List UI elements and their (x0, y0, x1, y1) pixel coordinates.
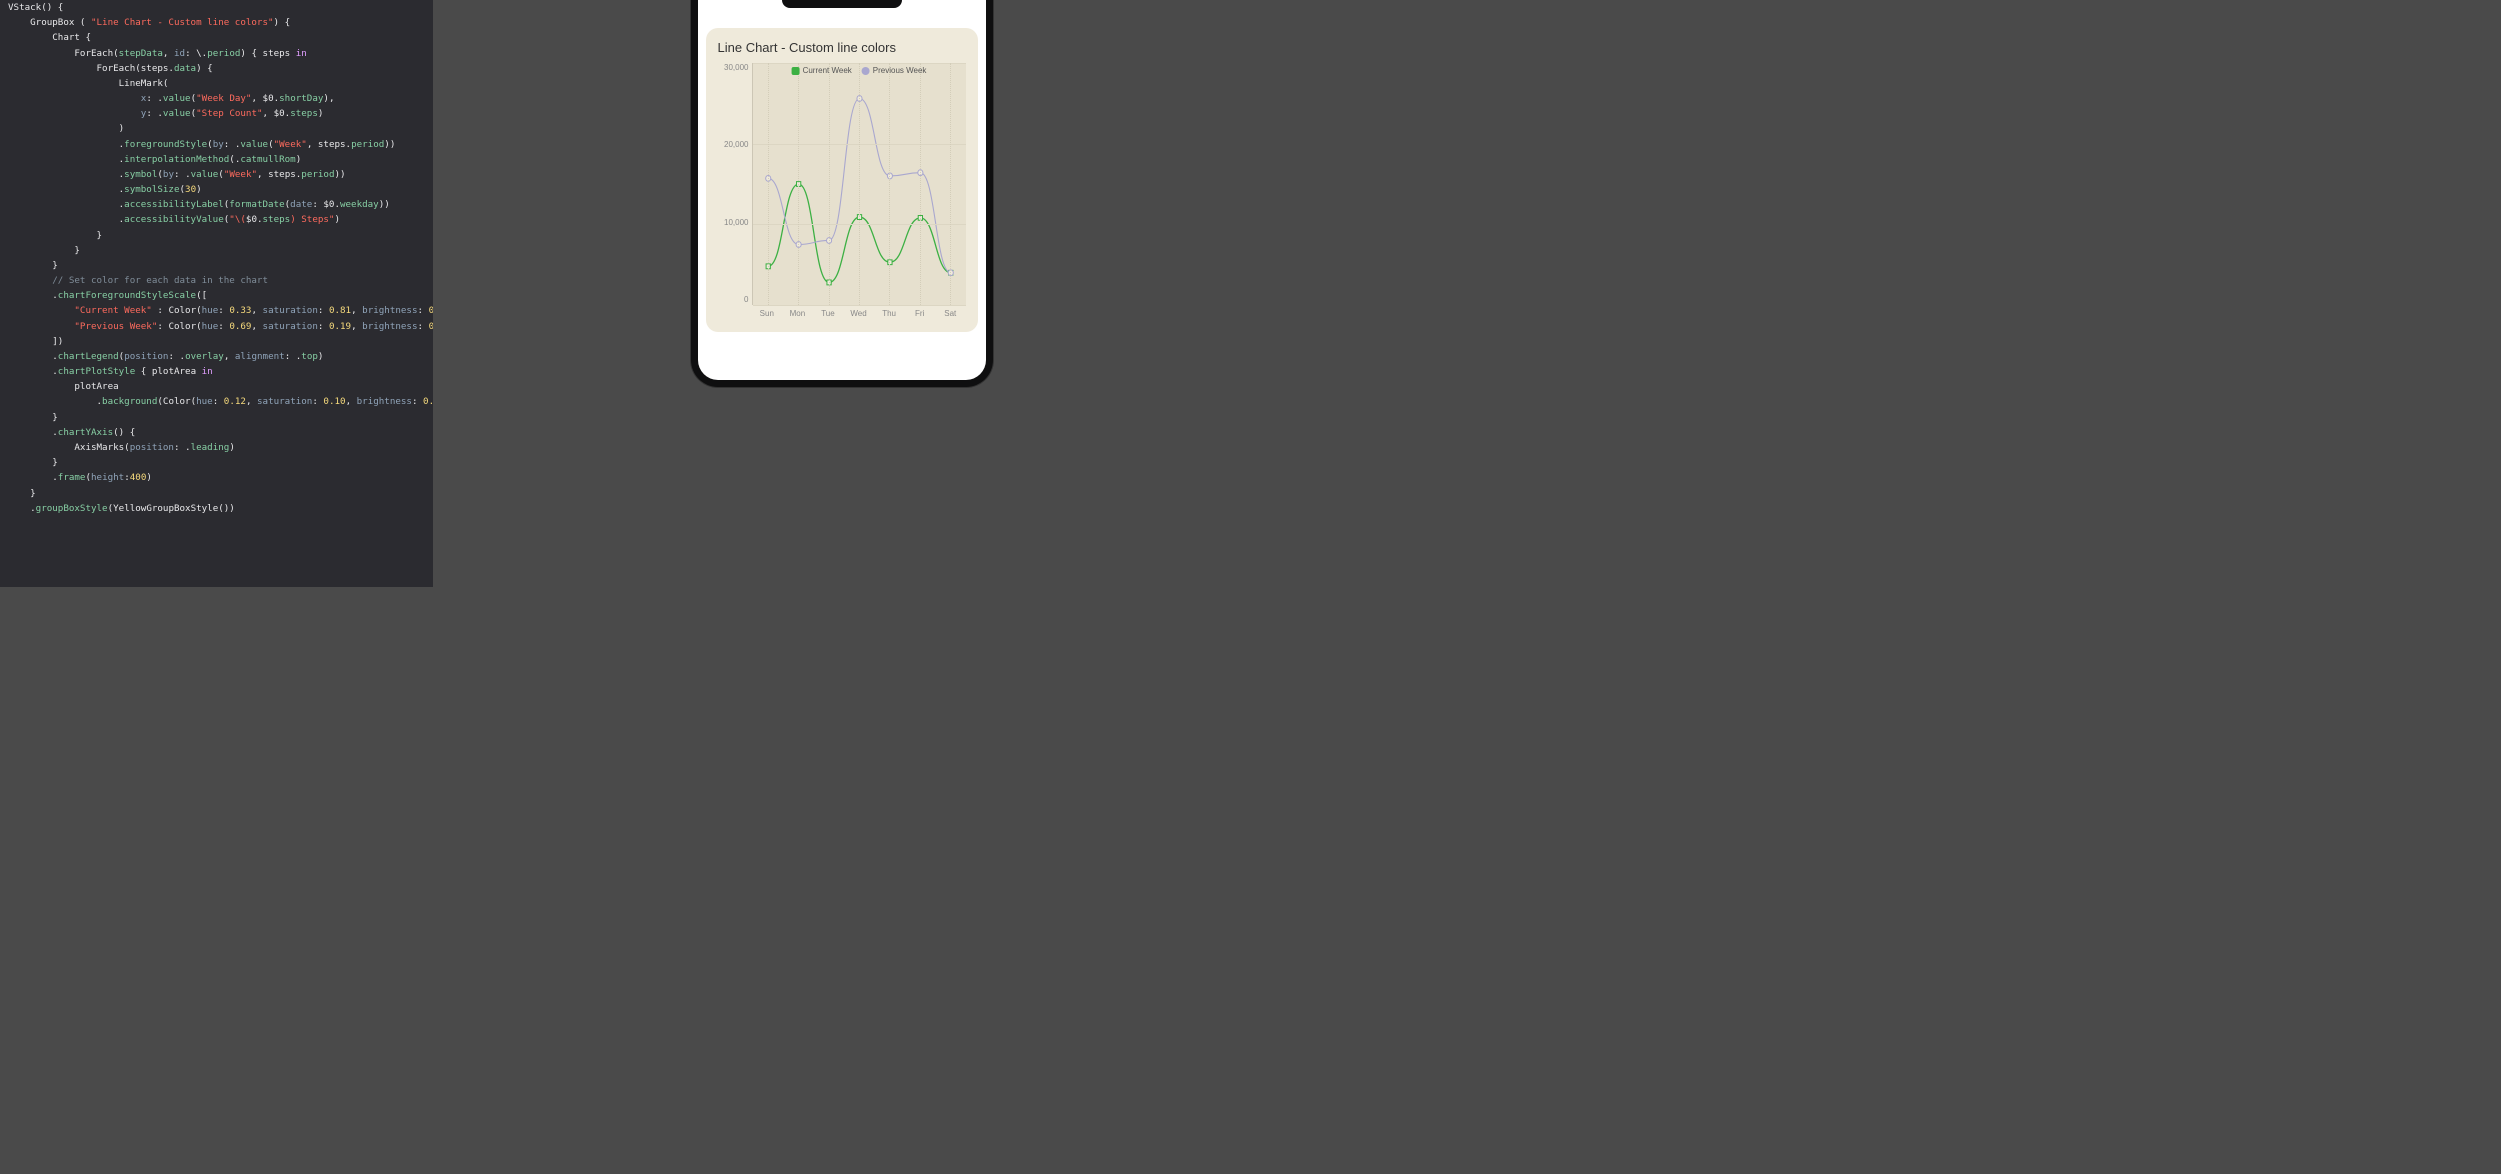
chart-title: Line Chart - Custom line colors (718, 40, 966, 55)
y-tick: 0 (744, 295, 748, 304)
x-tick: Fri (904, 309, 935, 318)
simulator-area: Line Chart - Custom line colors 30,000 20… (433, 0, 1250, 587)
x-tick: Thu (874, 309, 905, 318)
code-editor[interactable]: VStack() { GroupBox ( "Line Chart - Cust… (0, 0, 433, 587)
y-tick: 10,000 (724, 218, 748, 227)
legend-current-label: Current Week (803, 66, 852, 75)
x-tick: Sat (935, 309, 966, 318)
iphone-preview: Line Chart - Custom line colors 30,000 20… (698, 0, 986, 380)
y-tick: 30,000 (724, 63, 748, 72)
notch (782, 0, 902, 8)
legend-previous: Previous Week (862, 66, 927, 75)
chart-legend: Current Week Previous Week (792, 66, 927, 75)
x-tick: Sun (752, 309, 783, 318)
x-tick: Wed (843, 309, 874, 318)
legend-previous-label: Previous Week (873, 66, 927, 75)
chart: 30,000 20,000 10,000 0 Current Week Previou… (718, 63, 966, 318)
x-tick: Mon (782, 309, 813, 318)
y-axis: 30,000 20,000 10,000 0 (718, 63, 752, 318)
swatch-previous (862, 67, 870, 75)
y-tick: 20,000 (724, 140, 748, 149)
x-tick: Tue (813, 309, 844, 318)
groupbox: Line Chart - Custom line colors 30,000 20… (706, 28, 978, 332)
x-axis: SunMonTueWedThuFriSat (752, 309, 966, 318)
plot-wrap: Current Week Previous Week SunMonTueWedT… (752, 63, 966, 318)
legend-current: Current Week (792, 66, 852, 75)
plot-area: Current Week Previous Week (752, 63, 966, 305)
swatch-current (792, 67, 800, 75)
